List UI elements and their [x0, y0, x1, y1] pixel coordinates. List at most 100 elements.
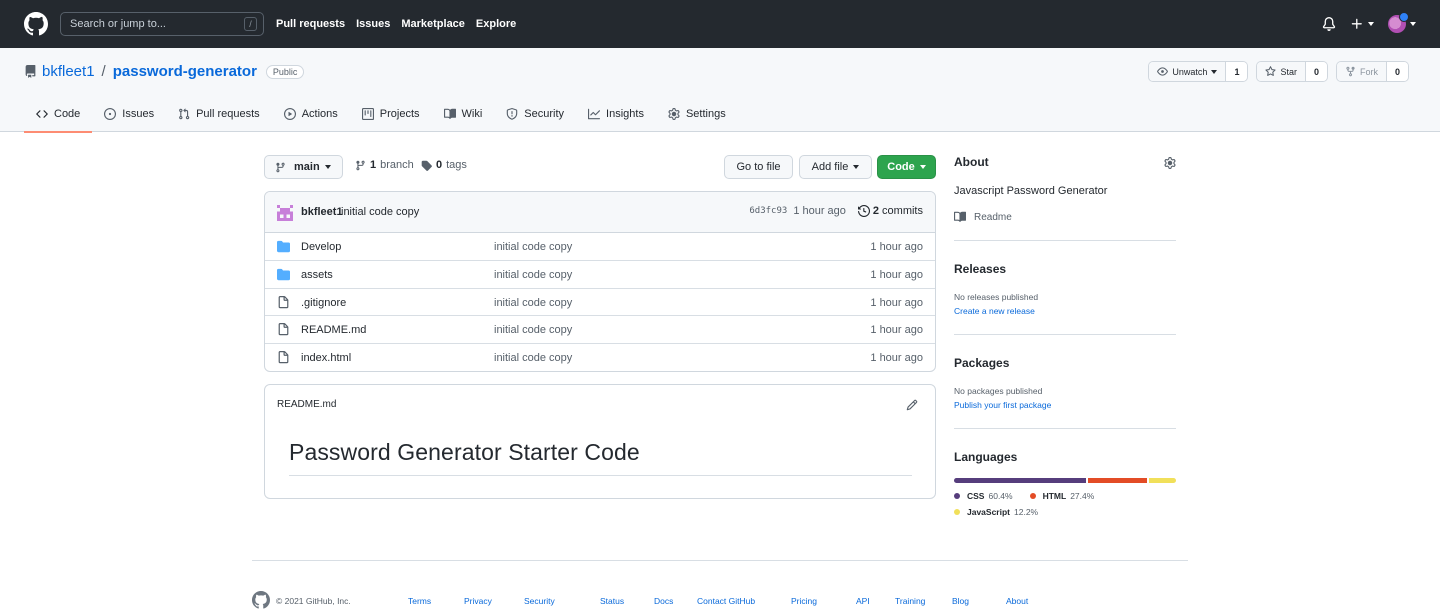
tab-projects[interactable]: Projects: [350, 96, 432, 132]
file-name-link[interactable]: .gitignore: [301, 297, 346, 309]
footer-link-blog[interactable]: Blog: [952, 596, 1006, 606]
footer-link-status[interactable]: Status: [600, 596, 654, 606]
commit-message-link[interactable]: initial code copy: [341, 206, 419, 218]
caret-down-icon: [324, 165, 331, 169]
packages-title[interactable]: Packages: [954, 356, 1176, 370]
file-row: README.md initial code copy 1 hour ago: [265, 316, 935, 345]
github-logo-icon[interactable]: [252, 591, 270, 609]
readme-heading: Password Generator Starter Code: [289, 439, 912, 476]
file-age: 1 hour ago: [870, 241, 923, 253]
commit-sha-link[interactable]: 6d3fc93: [749, 206, 787, 216]
file-icon: [278, 323, 289, 336]
tab-pull-requests[interactable]: Pull requests: [166, 96, 272, 132]
nav-issues[interactable]: Issues: [356, 18, 390, 30]
tab-code-label: Code: [54, 108, 81, 120]
file-commit-message-link[interactable]: initial code copy: [494, 269, 572, 281]
nav-pull-requests[interactable]: Pull requests: [276, 18, 345, 30]
file-commit-message-link[interactable]: initial code copy: [494, 297, 572, 309]
code-button[interactable]: Code: [877, 155, 936, 179]
publish-package-link[interactable]: Publish your first package: [954, 400, 1176, 410]
repo-path-separator: /: [101, 63, 106, 80]
github-logo-icon[interactable]: [24, 12, 48, 36]
file-age: 1 hour ago: [870, 296, 923, 309]
caret-down-icon: [853, 165, 860, 169]
file-commit-message-link[interactable]: initial code copy: [494, 352, 572, 364]
tab-wiki[interactable]: Wiki: [432, 96, 495, 132]
tab-pull-requests-label: Pull requests: [196, 108, 260, 120]
footer-link-pricing[interactable]: Pricing: [791, 596, 856, 606]
tab-code[interactable]: Code: [24, 96, 93, 133]
footer-link-training[interactable]: Training: [895, 596, 952, 606]
bell-icon[interactable]: [1322, 17, 1336, 31]
tab-security[interactable]: Security: [494, 96, 576, 132]
footer-link-contact[interactable]: Contact GitHub: [697, 596, 791, 606]
create-new-dropdown[interactable]: [1350, 17, 1374, 31]
file-icon: [278, 295, 289, 308]
language-item[interactable]: CSS 60.4%: [954, 491, 1013, 501]
file-name-link[interactable]: index.html: [301, 352, 351, 364]
star-button[interactable]: Star: [1257, 62, 1305, 81]
file-row: assets initial code copy 1 hour ago: [265, 261, 935, 289]
releases-title[interactable]: Releases: [954, 262, 1176, 276]
footer-link-security[interactable]: Security: [524, 596, 600, 606]
watchers-count[interactable]: 1: [1225, 62, 1248, 81]
language-name: JavaScript: [967, 507, 1010, 517]
readme-link-label: Readme: [974, 211, 1012, 223]
stars-count[interactable]: 0: [1304, 62, 1327, 81]
repo-owner-link[interactable]: bkfleet1: [42, 63, 95, 80]
nav-marketplace[interactable]: Marketplace: [401, 18, 465, 30]
languages-bar: [954, 478, 1176, 483]
unwatch-label: Unwatch: [1172, 66, 1208, 77]
file-commit-message-link[interactable]: initial code copy: [494, 241, 572, 253]
code-button-label: Code: [887, 161, 915, 173]
caret-down-icon: [1211, 69, 1218, 74]
forks-count[interactable]: 0: [1385, 62, 1408, 81]
footer-links: Terms Privacy Security Status Docs Conta…: [408, 596, 1028, 606]
tab-insights[interactable]: Insights: [576, 96, 656, 132]
file-name-link[interactable]: README.md: [301, 324, 366, 336]
language-item[interactable]: HTML 27.4%: [1029, 491, 1094, 501]
tab-projects-label: Projects: [379, 108, 420, 120]
footer-link-privacy[interactable]: Privacy: [464, 596, 524, 606]
nav-explore[interactable]: Explore: [476, 18, 516, 30]
tab-issues[interactable]: Issues: [92, 96, 166, 132]
unwatch-button[interactable]: Unwatch: [1149, 62, 1226, 81]
footer-link-api[interactable]: API: [856, 596, 895, 606]
tab-settings[interactable]: Settings: [656, 96, 738, 132]
file-commit-message-link[interactable]: initial code copy: [494, 324, 572, 336]
file-row: .gitignore initial code copy 1 hour ago: [265, 289, 935, 317]
tab-actions[interactable]: Actions: [272, 96, 350, 132]
readme-link[interactable]: Readme: [954, 211, 1176, 223]
search-input[interactable]: Search or jump to... /: [60, 12, 264, 36]
go-to-file-button[interactable]: Go to file: [724, 155, 793, 179]
footer-link-docs[interactable]: Docs: [654, 596, 697, 606]
tags-link[interactable]: 0 tags: [421, 159, 467, 171]
file-name-link[interactable]: assets: [301, 269, 333, 281]
language-item[interactable]: JavaScript 12.2%: [954, 507, 1038, 517]
gear-icon[interactable]: [1164, 157, 1176, 169]
tags-label: tags: [446, 159, 467, 171]
user-menu[interactable]: [1388, 12, 1416, 33]
commits-history-link[interactable]: 2 commits: [857, 205, 923, 217]
add-file-button[interactable]: Add file: [799, 155, 872, 179]
language-percent: 60.4%: [988, 491, 1013, 501]
fork-button[interactable]: Fork: [1336, 62, 1386, 81]
branches-link[interactable]: 1 branch: [355, 159, 414, 171]
footer-link-terms[interactable]: Terms: [408, 596, 464, 606]
commit-author-link[interactable]: bkfleet1: [301, 206, 343, 218]
tags-count: 0: [436, 159, 443, 171]
book-icon: [443, 108, 456, 119]
footer-link-about[interactable]: About: [1006, 596, 1028, 606]
file-name-link[interactable]: Develop: [301, 241, 341, 253]
repo-name-link[interactable]: password-generator: [113, 63, 257, 80]
about-title: About: [954, 155, 989, 169]
language-bar-segment: [1149, 478, 1176, 483]
folder-icon: [277, 268, 290, 280]
create-release-link[interactable]: Create a new release: [954, 306, 1176, 316]
avatar[interactable]: [277, 205, 293, 221]
footer-divider: [252, 560, 1188, 561]
folder-icon: [277, 240, 290, 253]
pencil-icon[interactable]: [906, 399, 918, 411]
latest-commit-bar: bkfleet1 initial code copy 6d3fc93 1 hou…: [265, 192, 935, 233]
branch-select-button[interactable]: main: [264, 155, 343, 179]
